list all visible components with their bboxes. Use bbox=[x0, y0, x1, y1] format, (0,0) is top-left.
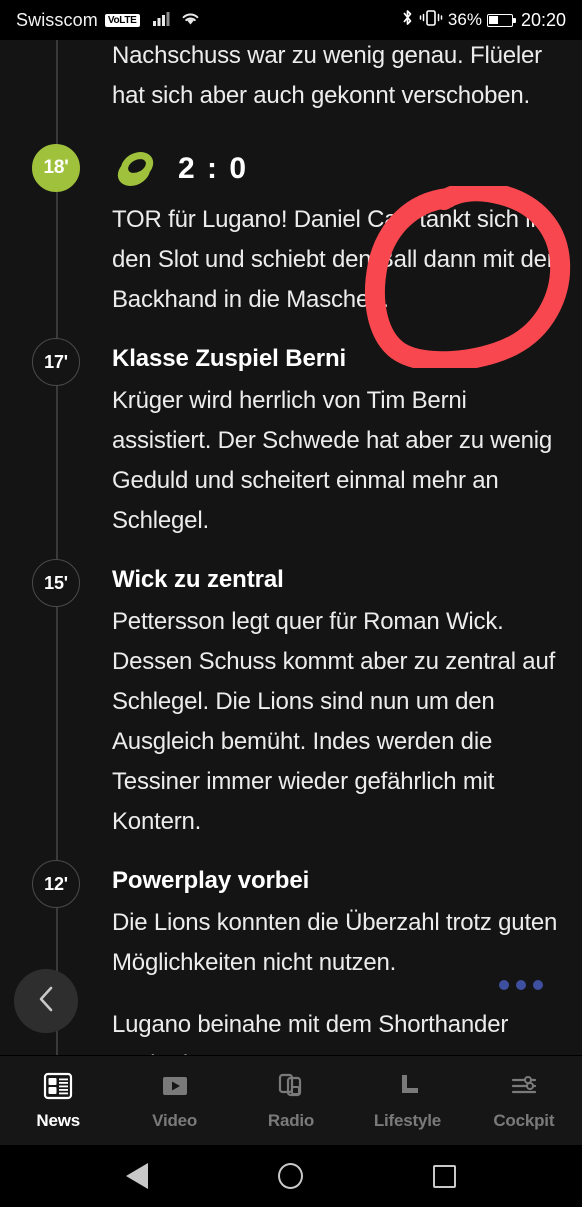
entry-title: Klasse Zuspiel Berni bbox=[112, 345, 347, 372]
entry-text: TOR für Lugano! Daniel Carr tankt sich i… bbox=[112, 206, 555, 313]
entry-body: Powerplay vorbei Die Lions konnten die Ü… bbox=[112, 866, 566, 983]
battery-percent-label: 36% bbox=[447, 10, 482, 29]
badge-column: 17' bbox=[0, 338, 112, 541]
nav-item-radio[interactable]: Radio bbox=[233, 1070, 349, 1131]
clock-label: 20:20 bbox=[520, 9, 566, 30]
ticker-entry-15[interactable]: 15' Wick zu zentral Pettersson legt quer… bbox=[0, 559, 582, 842]
liveticker-scroll-area[interactable]: Nachschuss war zu wenig genau. Flüeler h… bbox=[0, 40, 582, 1055]
vibrate-icon bbox=[419, 8, 443, 32]
entry-text: Pettersson legt quer für Roman Wick. Des… bbox=[112, 608, 556, 835]
puck-icon bbox=[112, 150, 158, 188]
phone-screen: Swisscom VoLTE 36% 20:20 Nachschuss war … bbox=[0, 0, 582, 1207]
entry-text: Nachschuss war zu wenig genau. Flüeler h… bbox=[112, 42, 542, 109]
entry-text: Die Lions konnten die Überzahl trotz gut… bbox=[112, 909, 558, 976]
entry-body: 2 : 0 TOR für Lugano! Daniel Carr tankt … bbox=[112, 142, 566, 320]
badge-column: 12' bbox=[0, 860, 112, 983]
entry-text: Krüger wird herrlich von Tim Berni assis… bbox=[112, 387, 553, 534]
play-icon bbox=[160, 1070, 190, 1102]
back-triangle-icon[interactable] bbox=[126, 1163, 148, 1189]
battery-icon bbox=[486, 13, 516, 27]
badge-column bbox=[0, 40, 112, 116]
ticker-entry-12[interactable]: 12' Powerplay vorbei Die Lions konnten d… bbox=[0, 860, 582, 983]
signal-bars-icon bbox=[152, 10, 173, 31]
nav-label-lifestyle: Lifestyle bbox=[373, 1111, 441, 1130]
minute-badge: 12' bbox=[32, 860, 80, 908]
nav-label-cockpit: Cockpit bbox=[493, 1111, 555, 1130]
wifi-icon bbox=[180, 10, 201, 31]
ticker-entry-partial-top[interactable]: Nachschuss war zu wenig genau. Flüeler h… bbox=[0, 40, 582, 116]
entry-body: Nachschuss war zu wenig genau. Flüeler h… bbox=[112, 40, 566, 116]
badge-column: 18' bbox=[0, 142, 112, 320]
recents-square-icon[interactable] bbox=[433, 1164, 456, 1188]
score-label: 2 : 0 bbox=[178, 152, 249, 185]
nav-label-video: Video bbox=[152, 1111, 198, 1130]
carrier-label: Swisscom bbox=[16, 9, 98, 30]
bottom-navigation-bar: News Video Radio Lifestyle Cockpit bbox=[0, 1055, 582, 1145]
ticker-entry-partial-bottom[interactable]: Lugano beinahe mit dem Shorthander nach … bbox=[0, 1005, 582, 1055]
floating-back-button[interactable] bbox=[14, 969, 78, 1033]
sliders-icon bbox=[509, 1070, 539, 1102]
nav-item-news[interactable]: News bbox=[0, 1070, 116, 1131]
dot-2 bbox=[516, 980, 526, 990]
home-circle-icon[interactable] bbox=[278, 1163, 303, 1189]
radio-icon bbox=[276, 1070, 306, 1102]
news-layout-icon bbox=[43, 1070, 73, 1102]
minute-badge-goal: 18' bbox=[32, 144, 80, 192]
dot-1 bbox=[499, 980, 509, 990]
nav-item-cockpit[interactable]: Cockpit bbox=[466, 1070, 582, 1131]
ticker-entry-goal[interactable]: 18' 2 : 0 TOR für Lugano! Daniel Carr ta… bbox=[0, 142, 582, 320]
score-row: 2 : 0 bbox=[112, 142, 560, 196]
status-bar: Swisscom VoLTE 36% 20:20 bbox=[0, 0, 582, 40]
nav-label-radio: Radio bbox=[267, 1111, 315, 1130]
status-bar-right: 36% 20:20 bbox=[401, 8, 566, 32]
entry-body: Lugano beinahe mit dem Shorthander nach … bbox=[112, 1005, 566, 1055]
entry-title: Wick zu zentral bbox=[112, 566, 284, 593]
dot-3 bbox=[533, 980, 543, 990]
ticker-entry-17[interactable]: 17' Klasse Zuspiel Berni Krüger wird her… bbox=[0, 338, 582, 541]
entry-title: Powerplay vorbei bbox=[112, 867, 310, 894]
minute-badge: 15' bbox=[32, 559, 80, 607]
nav-item-lifestyle[interactable]: Lifestyle bbox=[349, 1070, 465, 1131]
loading-dots-indicator bbox=[499, 980, 543, 990]
volte-badge: VoLTE bbox=[104, 13, 140, 27]
entry-body: Wick zu zentral Pettersson legt quer für… bbox=[112, 565, 566, 842]
entry-text: Lugano beinahe mit dem Shorthander nach … bbox=[112, 1011, 509, 1055]
status-bar-left: Swisscom VoLTE bbox=[16, 10, 201, 31]
minute-badge: 17' bbox=[32, 338, 80, 386]
lifestyle-icon bbox=[392, 1070, 422, 1102]
badge-column: 15' bbox=[0, 559, 112, 842]
entry-body: Klasse Zuspiel Berni Krüger wird herrlic… bbox=[112, 344, 566, 541]
chevron-left-icon bbox=[35, 984, 57, 1019]
nav-item-video[interactable]: Video bbox=[116, 1070, 232, 1131]
nav-label-news: News bbox=[36, 1111, 80, 1130]
bluetooth-icon bbox=[401, 8, 414, 32]
android-navigation-bar bbox=[0, 1145, 582, 1207]
